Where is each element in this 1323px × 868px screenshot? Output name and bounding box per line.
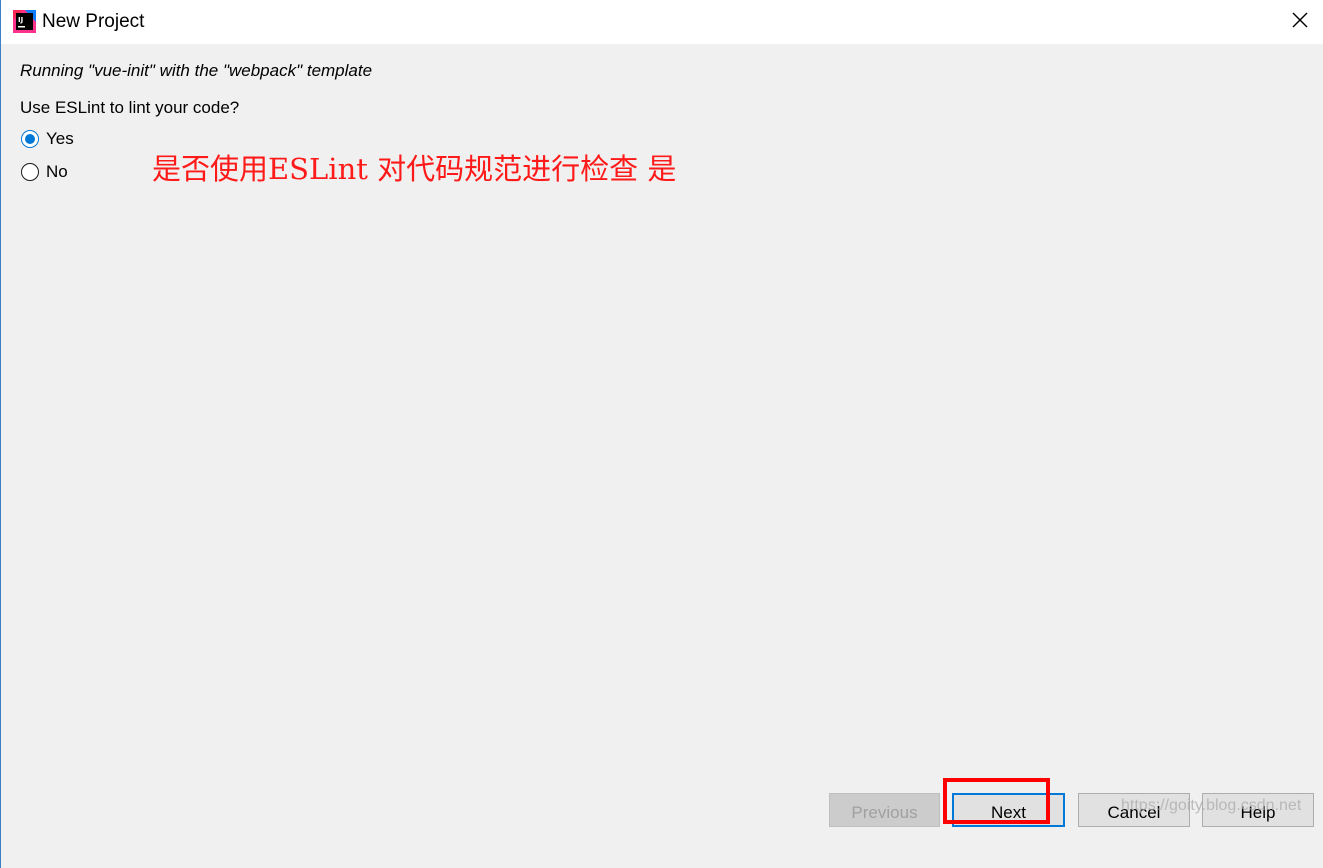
radio-label-yes: Yes <box>46 129 74 148</box>
annotation-text: 是否使用ESLint 对代码规范进行检查 是 <box>152 152 677 186</box>
radio-option-yes[interactable]: Yes <box>21 129 74 149</box>
help-button[interactable]: Help <box>1202 793 1314 827</box>
eslint-question: Use ESLint to lint your code? <box>20 98 240 117</box>
radio-label-no: No <box>46 162 68 181</box>
close-button[interactable] <box>1277 0 1323 44</box>
previous-button[interactable]: Previous <box>829 793 940 827</box>
radio-checked-icon[interactable] <box>21 130 39 148</box>
dialog-content: Running "vue-init" with the "webpack" te… <box>1 44 1323 868</box>
next-button[interactable]: Next <box>952 793 1065 827</box>
window-title: New Project <box>42 11 145 32</box>
radio-option-no[interactable]: No <box>21 162 68 182</box>
intellij-logo-icon: IJ <box>13 10 36 33</box>
radio-unchecked-icon[interactable] <box>21 163 39 181</box>
title-bar: IJ New Project <box>1 0 1323 44</box>
svg-text:IJ: IJ <box>18 16 23 24</box>
close-icon <box>1292 12 1308 33</box>
new-project-dialog: IJ New Project Running "vue-init" with t… <box>0 0 1323 868</box>
cancel-button[interactable]: Cancel <box>1078 793 1190 827</box>
template-subtitle: Running "vue-init" with the "webpack" te… <box>20 61 373 80</box>
